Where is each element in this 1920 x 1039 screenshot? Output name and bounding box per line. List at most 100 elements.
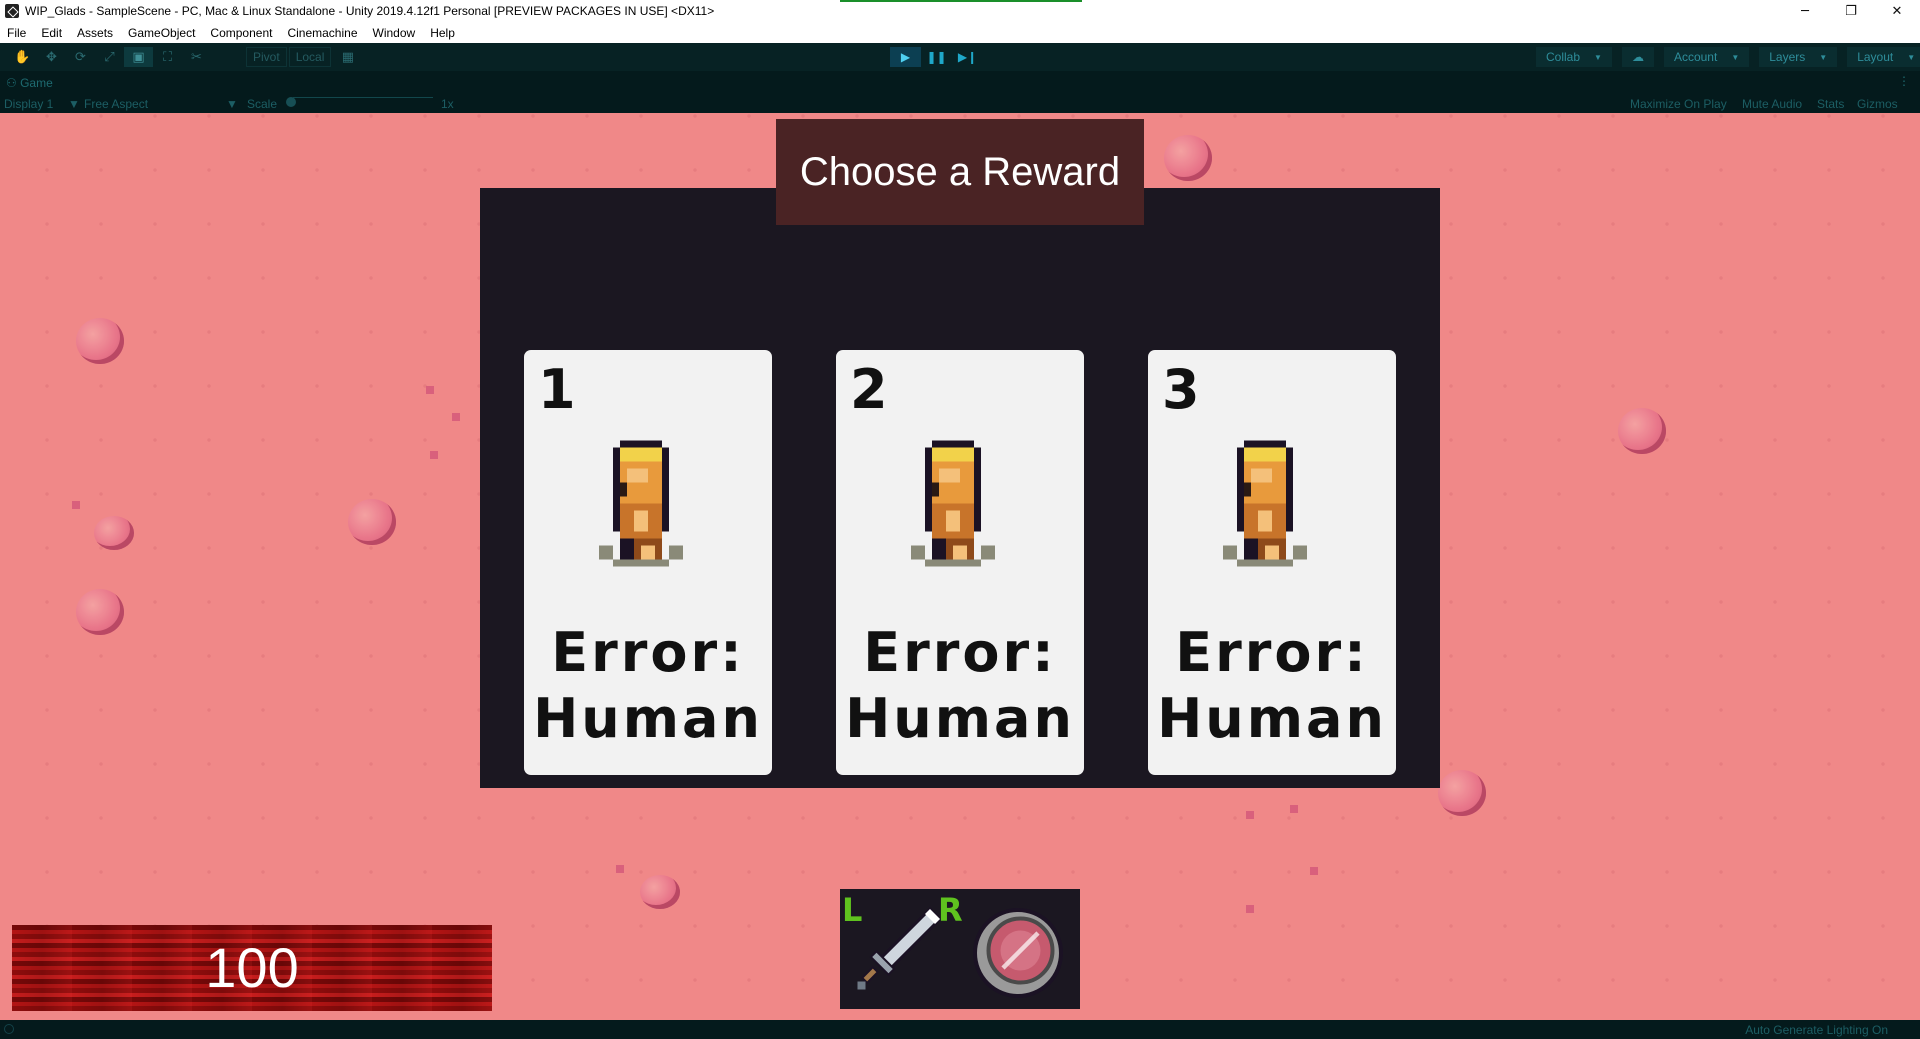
debris-speck: [426, 386, 434, 394]
pivot-controls: Pivot Local ▦: [246, 47, 362, 67]
right-toolbar: Collab ▼ ☁ Account ▼ Layers ▼ Layout ▼: [1526, 47, 1920, 67]
rect-tool-icon[interactable]: ▣: [124, 47, 153, 67]
shield-icon: [972, 907, 1064, 999]
restore-button[interactable]: ❐: [1828, 0, 1874, 22]
playback-controls: ▶ ❚❚ ▶❙: [890, 47, 983, 67]
reward-card-2[interactable]: 2 Error: Human: [836, 350, 1084, 775]
layers-dropdown[interactable]: Layers ▼: [1759, 47, 1838, 67]
menu-file[interactable]: File: [0, 26, 34, 40]
rock-sprite: [94, 516, 134, 550]
close-button[interactable]: ✕: [1874, 0, 1920, 22]
account-dropdown[interactable]: Account ▼: [1663, 47, 1750, 67]
move-tool-icon[interactable]: ✥: [37, 47, 66, 67]
rock-sprite: [348, 499, 396, 545]
step-button[interactable]: ▶❙: [952, 47, 983, 67]
card-title-line2: Human: [533, 687, 763, 750]
reward-card-1[interactable]: 1 Error: Human: [524, 350, 772, 775]
menu-cinemachine[interactable]: Cinemachine: [280, 26, 365, 40]
rotate-tool-icon[interactable]: ⟳: [66, 47, 95, 67]
menu-bar: File Edit Assets GameObject Component Ci…: [0, 22, 1920, 43]
weapon-slots: L R: [840, 889, 1080, 1009]
window-title: WIP_Glads - SampleScene - PC, Mac & Linu…: [25, 4, 715, 18]
debris-speck: [72, 501, 80, 509]
stats-toggle[interactable]: Stats: [1817, 97, 1844, 111]
game-viewport[interactable]: 1 Error: Human 2 Error: Human 3 Error: H…: [0, 113, 1920, 1020]
menu-assets[interactable]: Assets: [70, 26, 121, 40]
pivot-toggle[interactable]: Pivot: [246, 47, 287, 67]
card-title-line1: Error:: [551, 621, 745, 684]
debris-speck: [1246, 811, 1254, 819]
transform-tool-icon[interactable]: ⛶: [153, 47, 182, 67]
display-chevron-icon[interactable]: ▼: [68, 97, 80, 111]
debris-speck: [1246, 905, 1254, 913]
pause-button[interactable]: ❚❚: [921, 47, 952, 67]
collab-button[interactable]: Collab ▼: [1536, 47, 1612, 67]
card-title-line1: Error:: [863, 621, 1057, 684]
unity-logo-icon: [5, 4, 19, 18]
card-title: Error: Human: [1148, 620, 1396, 752]
human-character-icon: [1223, 440, 1307, 567]
chevron-down-icon: ▼: [1819, 52, 1828, 62]
sword-icon: [857, 906, 943, 990]
title-progress-indicator: [840, 0, 1082, 2]
game-tab-label: Game: [20, 76, 53, 90]
scale-slider-track[interactable]: [293, 97, 433, 98]
layout-label: Layout: [1857, 50, 1894, 64]
debris-speck: [1310, 867, 1318, 875]
rock-sprite: [76, 589, 124, 635]
window-title-bar: WIP_Glads - SampleScene - PC, Mac & Linu…: [0, 0, 1920, 22]
account-label: Account: [1673, 50, 1718, 64]
lighting-status[interactable]: Auto Generate Lighting On: [1745, 1023, 1888, 1037]
health-value: 100: [205, 936, 299, 999]
debris-speck: [1290, 805, 1298, 813]
rock-sprite: [1438, 770, 1486, 816]
rock-sprite: [1164, 135, 1212, 181]
minimize-button[interactable]: ─: [1782, 0, 1828, 22]
grid-snap-icon[interactable]: ▦: [333, 47, 362, 67]
menu-window[interactable]: Window: [366, 26, 424, 40]
card-title-line2: Human: [1157, 687, 1387, 750]
rock-sprite: [76, 318, 124, 364]
local-toggle[interactable]: Local: [288, 47, 332, 67]
layers-label: Layers: [1769, 50, 1806, 64]
game-view-options: Display 1 ▼ Free Aspect ▼ Scale 1x Maxim…: [0, 95, 1920, 113]
cloud-icon[interactable]: ☁: [1621, 47, 1654, 67]
chevron-down-icon: ▼: [1594, 52, 1602, 62]
hand-tool-icon[interactable]: ✋: [8, 47, 37, 67]
tab-game[interactable]: ⚇ Game: [6, 76, 53, 90]
card-number: 1: [538, 358, 576, 421]
reward-dialog-title: Choose a Reward: [776, 119, 1144, 225]
scale-tool-icon[interactable]: ⤢: [95, 47, 124, 67]
menu-component[interactable]: Component: [203, 26, 280, 40]
reward-card-3[interactable]: 3 Error: Human: [1148, 350, 1396, 775]
rock-sprite: [640, 875, 680, 909]
scale-value: 1x: [441, 97, 454, 111]
card-title: Error: Human: [524, 620, 772, 752]
debris-speck: [430, 451, 438, 459]
transform-tools: ✋ ✥ ⟳ ⤢ ▣ ⛶ ✂: [8, 47, 211, 67]
scale-slider-handle[interactable]: [286, 97, 296, 107]
aspect-select[interactable]: Free Aspect: [84, 97, 148, 111]
play-button[interactable]: ▶: [890, 47, 921, 67]
custom-tool-icon[interactable]: ✂: [182, 47, 211, 67]
menu-gameobject[interactable]: GameObject: [121, 26, 203, 40]
mute-audio-toggle[interactable]: Mute Audio: [1742, 97, 1802, 111]
scale-label: Scale: [247, 97, 278, 111]
collab-label: Collab: [1546, 50, 1581, 64]
maximize-on-play-toggle[interactable]: Maximize On Play: [1630, 97, 1727, 111]
layout-dropdown[interactable]: Layout ▼: [1847, 47, 1920, 67]
chevron-down-icon: ▼: [1731, 52, 1740, 62]
tab-menu-icon[interactable]: ⋮: [1898, 74, 1910, 88]
human-character-icon: [911, 440, 995, 567]
gizmos-toggle[interactable]: Gizmos: [1857, 97, 1898, 111]
debris-speck: [616, 865, 624, 873]
window-controls: ─ ❐ ✕: [1782, 0, 1920, 22]
menu-edit[interactable]: Edit: [34, 26, 70, 40]
health-bar: 100: [12, 925, 492, 1011]
human-character-icon: [599, 440, 683, 567]
card-title-line2: Human: [845, 687, 1075, 750]
debris-speck: [452, 413, 460, 421]
aspect-chevron-icon[interactable]: ▼: [226, 97, 238, 111]
display-select[interactable]: Display 1: [4, 97, 53, 111]
menu-help[interactable]: Help: [423, 26, 463, 40]
